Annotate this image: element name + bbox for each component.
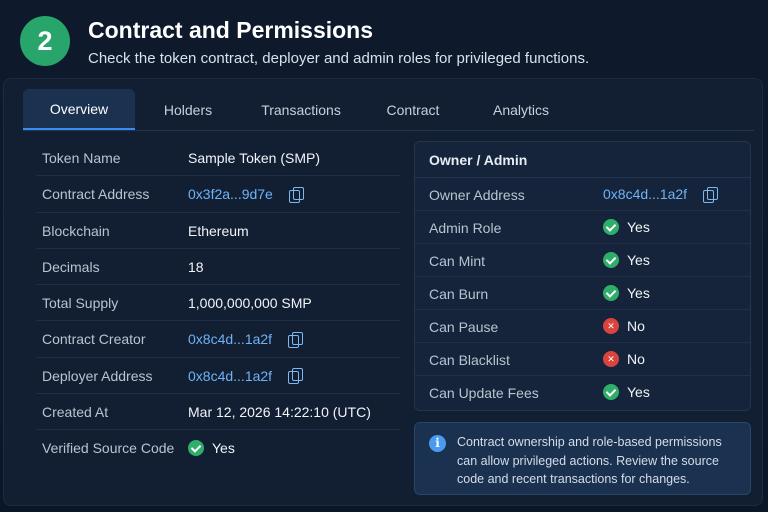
table-row: Can Burn Yes xyxy=(415,277,750,310)
tab-holders[interactable]: Holders xyxy=(141,89,235,130)
tab-overview[interactable]: Overview xyxy=(23,89,135,130)
row-label: Blockchain xyxy=(42,222,110,239)
table-row: Can Update Fees Yes xyxy=(415,376,750,409)
copy-icon[interactable] xyxy=(288,331,304,348)
created-at-value: Mar 12, 2026 14:22:10 (UTC) xyxy=(188,404,371,421)
table-row: Can Pause ✕ No xyxy=(415,310,750,343)
table-row: Deployer Address 0x8c4d...1a2f xyxy=(36,358,400,395)
row-label: Admin Role xyxy=(429,220,502,236)
contract-creator-link[interactable]: 0x8c4d...1a2f xyxy=(188,331,272,347)
row-value: ✕ No xyxy=(603,318,645,334)
check-circle-icon xyxy=(603,252,619,268)
row-label: Can Update Fees xyxy=(429,385,539,401)
row-label: Verified Source Code xyxy=(42,440,175,457)
row-label: Contract Creator xyxy=(42,331,146,348)
row-value: 0x8c4d...1a2f xyxy=(188,368,304,385)
token-overview-table: Token Name Sample Token (SMP) Contract A… xyxy=(36,140,400,467)
owner-admin-heading: Owner / Admin xyxy=(415,142,750,178)
check-circle-icon xyxy=(188,440,204,457)
row-value: Yes xyxy=(603,219,650,235)
decimals-value: 18 xyxy=(188,258,204,275)
row-value: 0x8c4d...1a2f xyxy=(603,186,719,203)
row-label: Total Supply xyxy=(42,295,119,312)
owner-address-link[interactable]: 0x8c4d...1a2f xyxy=(603,186,687,202)
status-text: Yes xyxy=(627,285,650,301)
row-label: Token Name xyxy=(42,150,121,166)
total-supply-value: 1,000,000,000 SMP xyxy=(188,295,312,312)
table-row: Admin Role Yes xyxy=(415,211,750,244)
row-value: Yes xyxy=(603,384,650,400)
table-row: Contract Creator 0x8c4d...1a2f xyxy=(36,321,400,358)
table-row: Total Supply 1,000,000,000 SMP xyxy=(36,285,400,322)
x-circle-icon: ✕ xyxy=(603,318,619,334)
row-label: Can Mint xyxy=(429,253,486,269)
tab-transactions[interactable]: Transactions xyxy=(241,89,361,130)
row-value: 1,000,000,000 SMP xyxy=(188,295,312,311)
info-callout: i Contract ownership and role-based perm… xyxy=(414,422,751,495)
status-text: Yes xyxy=(627,219,650,235)
copy-icon[interactable] xyxy=(288,368,304,385)
row-value: Mar 12, 2026 14:22:10 (UTC) xyxy=(188,404,371,420)
table-row: Verified Source Code Yes xyxy=(36,430,400,466)
status-text: No xyxy=(627,318,645,334)
row-label: Contract Address xyxy=(42,186,150,203)
check-circle-icon xyxy=(603,285,619,301)
token-name-value: Sample Token (SMP) xyxy=(188,150,321,166)
step-badge: 2 xyxy=(20,16,70,66)
check-circle-icon xyxy=(603,219,619,235)
contract-address-link[interactable]: 0x3f2a...9d7e xyxy=(188,186,273,202)
tab-bar: Overview Holders Transactions Contract A… xyxy=(23,89,754,131)
page-title: Contract and Permissions xyxy=(88,17,374,43)
row-label: Can Burn xyxy=(429,286,489,302)
row-value: ✕ No xyxy=(603,351,645,367)
table-row: Created At Mar 12, 2026 14:22:10 (UTC) xyxy=(36,394,400,431)
row-value: Yes xyxy=(603,285,650,301)
deployer-address-link[interactable]: 0x8c4d...1a2f xyxy=(188,368,272,384)
owner-admin-panel: Owner / Admin Owner Address 0x8c4d...1a2… xyxy=(414,141,751,411)
copy-icon[interactable] xyxy=(703,186,719,203)
table-row: Token Name Sample Token (SMP) xyxy=(36,140,400,177)
row-value: Sample Token (SMP) xyxy=(188,150,320,166)
row-label: Can Blacklist xyxy=(429,352,510,368)
content-card: Overview Holders Transactions Contract A… xyxy=(3,78,763,506)
status-text: Yes xyxy=(627,252,650,268)
row-value: Yes xyxy=(603,252,650,268)
row-value: 0x3f2a...9d7e xyxy=(188,186,304,203)
header: 2 Contract and Permissions Check the tok… xyxy=(20,14,748,70)
table-row: Contract Address 0x3f2a...9d7e xyxy=(36,176,400,213)
page-subtitle: Check the token contract, deployer and a… xyxy=(88,50,590,67)
verified-source-value: Yes xyxy=(212,440,235,457)
row-value: Yes xyxy=(188,440,235,457)
row-label: Decimals xyxy=(42,258,100,275)
row-value: 0x8c4d...1a2f xyxy=(188,331,304,348)
status-text: No xyxy=(627,351,645,367)
info-text: Contract ownership and role-based permis… xyxy=(457,435,722,486)
table-row: Can Blacklist ✕ No xyxy=(415,343,750,376)
row-label: Owner Address xyxy=(429,187,525,203)
table-row: Blockchain Ethereum xyxy=(36,213,400,249)
table-row: Owner Address 0x8c4d...1a2f xyxy=(415,178,750,211)
tab-contract[interactable]: Contract xyxy=(365,89,461,130)
x-circle-icon: ✕ xyxy=(603,351,619,367)
info-icon: i xyxy=(429,435,446,452)
table-row: Can Mint Yes xyxy=(415,244,750,277)
check-circle-icon xyxy=(603,384,619,400)
copy-icon[interactable] xyxy=(288,186,304,203)
tab-analytics[interactable]: Analytics xyxy=(469,89,573,130)
status-text: Yes xyxy=(627,384,650,400)
table-row: Decimals 18 xyxy=(36,249,400,286)
page: 2 Contract and Permissions Check the tok… xyxy=(0,0,768,512)
blockchain-value: Ethereum xyxy=(188,222,249,239)
row-value: 18 xyxy=(188,259,204,275)
row-label: Deployer Address xyxy=(42,367,153,384)
row-label: Created At xyxy=(42,404,109,421)
row-label: Can Pause xyxy=(429,319,499,335)
row-value: Ethereum xyxy=(188,223,249,239)
